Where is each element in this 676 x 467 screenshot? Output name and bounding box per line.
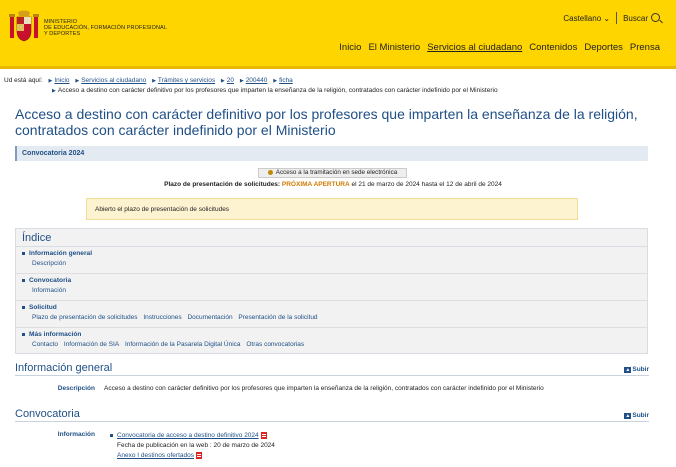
index-section-informacion-general[interactable]: Información general — [29, 250, 92, 257]
sede-electronica-button[interactable]: Acceso a la tramitación en sede electrón… — [258, 168, 407, 178]
chevron-right-icon: ▶ — [48, 78, 53, 84]
section-convocatoria: Convocatoria ▲ Subir — [15, 408, 649, 422]
arrow-up-icon: ▲ — [624, 367, 632, 373]
header-accent-line — [0, 66, 676, 69]
bullet-icon — [22, 251, 25, 255]
main-nav: Inicio El Ministerio Servicios al ciudad… — [332, 42, 660, 53]
index-link-informacion[interactable]: Información — [32, 287, 66, 294]
nav-item-prensa[interactable]: Prensa — [630, 42, 660, 53]
index-link-descripcion[interactable]: Descripción — [32, 260, 66, 267]
breadcrumb-ficha[interactable]: ficha — [279, 77, 293, 84]
index-panel: Índice Información general Descripción C… — [15, 228, 648, 354]
index-link-pasarela[interactable]: Información de la Pasarela Digital Única — [125, 341, 241, 348]
index-section: Solicitud Plazo de presentación de solic… — [16, 301, 647, 328]
breadcrumb-current: Acceso a destino con carácter definitivo… — [57, 87, 498, 94]
descripcion-text: Acceso a destino con carácter definitivo… — [104, 385, 544, 392]
site-header: MINISTERIO DE EDUCACIÓN, FORMACIÓN PROFE… — [0, 0, 676, 66]
header-tools: Castellano ⌄ Buscar — [563, 12, 660, 24]
nav-item-el-ministerio[interactable]: El Ministerio — [368, 42, 420, 53]
breadcrumb-inicio[interactable]: Inicio — [54, 77, 69, 84]
chevron-right-icon: ▶ — [220, 78, 225, 84]
divider — [616, 12, 618, 24]
anexo-link[interactable]: Anexo I destinos ofertados — [117, 452, 194, 459]
index-section-convocatoria[interactable]: Convocatoria — [29, 277, 71, 284]
nav-item-deportes[interactable]: Deportes — [584, 42, 623, 53]
index-section-mas-informacion[interactable]: Más información — [29, 331, 81, 338]
nav-item-contenidos[interactable]: Contenidos — [529, 42, 577, 53]
convocatoria-bar: Convocatoria 2024 — [15, 146, 648, 161]
coat-of-arms-icon — [8, 10, 40, 46]
pdf-icon — [195, 451, 202, 459]
arrow-up-icon: ▲ — [624, 413, 632, 419]
index-section: Información general Descripción — [16, 247, 647, 274]
index-link-otras[interactable]: Otras convocatorias — [246, 341, 304, 348]
pdf-icon — [260, 431, 267, 439]
search-icon — [651, 13, 660, 22]
plazo-info: Plazo de presentación de solicitudes: PR… — [164, 181, 502, 188]
subir-link[interactable]: ▲ Subir — [624, 412, 649, 419]
chevron-right-icon: ▶ — [152, 78, 156, 84]
index-link-documentacion[interactable]: Documentación — [187, 314, 232, 321]
chevron-down-icon: ⌄ — [603, 13, 611, 23]
index-title: Índice — [16, 229, 647, 247]
index-section: Más información Contacto Información de … — [16, 328, 647, 355]
index-link-plazo[interactable]: Plazo de presentación de solicitudes — [32, 314, 138, 321]
breadcrumb-servicios[interactable]: Servicios al ciudadano — [81, 77, 146, 84]
index-section-solicitud[interactable]: Solicitud — [29, 304, 57, 311]
breadcrumb: Ud está aquí: ▶ Inicio ▶ Servicios al ciud… — [4, 77, 498, 94]
language-selector[interactable]: Castellano ⌄ — [563, 14, 610, 23]
bullet-icon — [22, 332, 25, 336]
bullet-icon — [22, 305, 25, 309]
descripcion-label: Descripción — [57, 385, 95, 392]
plazo-status: PRÓXIMA APERTURA — [281, 181, 350, 188]
chevron-right-icon: ▶ — [52, 88, 56, 94]
chevron-right-icon: ▶ — [239, 78, 244, 84]
chevron-right-icon: ▶ — [75, 78, 80, 84]
informacion-label: Información — [57, 431, 95, 438]
bullet-icon — [110, 433, 113, 437]
notice-banner: Abierto el plazo de presentación de soli… — [86, 198, 578, 220]
search-button[interactable]: Buscar — [623, 13, 660, 23]
ministry-logo[interactable]: MINISTERIO DE EDUCACIÓN, FORMACIÓN PROFE… — [8, 10, 167, 46]
ministry-name: MINISTERIO DE EDUCACIÓN, FORMACIÓN PROFE… — [44, 19, 167, 37]
subir-link[interactable]: ▲ Subir — [624, 366, 649, 373]
index-link-presentacion[interactable]: Presentación de la solicitud — [238, 314, 317, 321]
nav-item-servicios[interactable]: Servicios al ciudadano — [427, 42, 522, 53]
status-dot-icon — [267, 169, 273, 175]
index-link-sia[interactable]: Información de SIA — [64, 341, 119, 348]
nav-item-inicio[interactable]: Inicio — [339, 42, 361, 53]
index-link-instrucciones[interactable]: Instrucciones — [143, 314, 181, 321]
index-link-contacto[interactable]: Contacto — [32, 341, 58, 348]
section-informacion-general: Información general ▲ Subir — [15, 362, 649, 376]
breadcrumb-tramites[interactable]: Trámites y servicios — [158, 77, 215, 84]
breadcrumb-20[interactable]: 20 — [227, 77, 234, 84]
breadcrumb-200440[interactable]: 200440 — [246, 77, 268, 84]
convocatoria-docs: Convocatoria de acceso a destino definit… — [110, 431, 275, 461]
convocatoria-doc-link[interactable]: Convocatoria de acceso a destino definit… — [117, 432, 259, 439]
bullet-icon — [22, 278, 25, 282]
index-section: Convocatoria Información — [16, 274, 647, 301]
chevron-right-icon: ▶ — [273, 78, 278, 84]
page-title: Acceso a destino con carácter definitivo… — [15, 106, 638, 138]
publication-date: Fecha de publicación en la web : 20 de m… — [117, 442, 275, 449]
